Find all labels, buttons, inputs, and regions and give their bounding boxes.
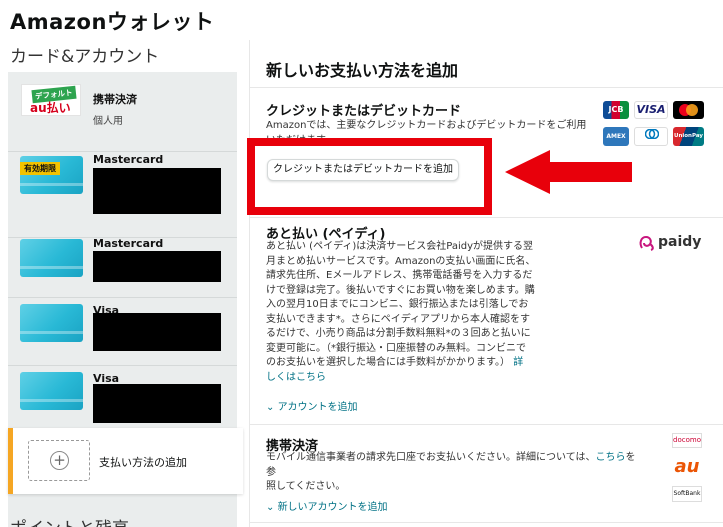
redacted-info [93, 384, 221, 423]
paidy-desc-line: あと払い (ペイディ)は決済サービス会社Paidyが提供する翌 [266, 241, 534, 252]
paidy-desc-line: 請求先住所、Eメールアドレス、携帯電話番号を入力するだ [266, 270, 533, 281]
jcb-logo: JCB [603, 101, 629, 119]
red-arrow-icon [505, 150, 632, 194]
carrier-add-account-link[interactable]: ⌄ 新しいアカウントを追加 [266, 498, 388, 513]
au-logo: au [674, 456, 700, 477]
paidy-desc-line: のお支払いを選択した場合には手数料がかかります。） [266, 357, 510, 368]
card-image: 有効期限 [20, 156, 83, 194]
au-pay-wordmark: au払い [30, 101, 71, 115]
paidy-add-account-link[interactable]: ⌄ アカウントを追加 [266, 398, 358, 413]
payment-item-visa-1[interactable]: Visa [8, 298, 237, 366]
payment-method-list: デフォルト au払い 携帯決済 個人用 有効期限 Mastercard Mast… [8, 72, 243, 527]
card-image [20, 239, 83, 277]
payment-item-visa-2[interactable]: Visa [8, 366, 237, 428]
paidy-desc-line: るだけで、小売り商品は分割手数料無料*の３回あと払いに [266, 328, 531, 339]
payment-item-mastercard-2[interactable]: Mastercard [8, 237, 237, 298]
docomo-logo: docomo [672, 433, 702, 448]
divider [250, 424, 723, 425]
softbank-logo: SoftBank [672, 486, 702, 502]
paidy-desc-line: けで登録は完了。後払いですぐにお買い物を楽しめます。購 [266, 284, 535, 296]
divider [250, 522, 723, 523]
card-image [20, 372, 83, 410]
paidy-desc-line: 変更可能に。（*銀行振込・口座振替のみ無料。コンビニで [266, 342, 526, 354]
redacted-info [93, 251, 221, 282]
carrier-add-account-label: 新しいアカウントを追加 [277, 502, 388, 513]
section-title: カード&アカウント [10, 47, 160, 67]
expiry-badge: 有効期限 [20, 162, 60, 175]
add-box: + [28, 440, 90, 481]
highlight-box [247, 138, 492, 215]
plus-icon: + [50, 451, 69, 470]
diners-club-logo [634, 127, 668, 146]
paidy-mark-icon [639, 235, 654, 251]
paidy-desc-line: 支払いできます*。さらにペイディアプリから本人確認をす [266, 313, 530, 325]
payment-item-sub: 個人用 [93, 116, 123, 127]
unionpay-logo: UnionPay [673, 127, 704, 146]
add-payment-panel: 新しいお支払い方法を追加 クレジットまたはデビットカード Amazonでは、主要… [249, 40, 723, 527]
card-image [20, 304, 83, 342]
payment-item-name: Mastercard [93, 237, 164, 250]
mastercard-logo [673, 101, 704, 119]
divider [250, 87, 723, 88]
payment-item-carrier[interactable]: デフォルト au払い 携帯決済 個人用 [8, 72, 237, 152]
redacted-info [93, 313, 221, 351]
paidy-wordmark: paidy [658, 234, 702, 250]
amex-logo: AMEX [603, 127, 629, 146]
paidy-detail-link[interactable]: 詳 [513, 357, 523, 368]
divider [250, 217, 723, 218]
paidy-detail-link[interactable]: しくはこちら [266, 371, 561, 386]
visa-logo: VISA [634, 101, 668, 119]
paidy-desc-line: 月まとめ払いサービスです。Amazonの支払い画面に氏名、 [266, 255, 536, 267]
payment-item-name: 携帯決済 [93, 93, 137, 106]
page-title: Amazonウォレット [10, 10, 215, 34]
paidy-desc: あと払い (ペイディ)は決済サービス会社Paidyが提供する翌 月まとめ払いサー… [266, 240, 561, 385]
paidy-logo: paidy [638, 233, 708, 253]
redacted-info [93, 168, 221, 214]
paidy-desc-line: 入の翌月10日までにコンビニ、銀行振込または引落しでお [266, 299, 529, 310]
au-pay-logo: デフォルト au払い [21, 84, 81, 116]
paidy-add-account-label: アカウントを追加 [277, 402, 358, 413]
payment-item-mastercard-1[interactable]: 有効期限 Mastercard [8, 152, 237, 238]
panel-title: 新しいお支払い方法を追加 [266, 61, 459, 80]
carrier-detail-link[interactable]: こちら [596, 452, 626, 463]
add-payment-method-item[interactable]: + 支払い方法の追加 [8, 428, 243, 494]
carrier-desc-text: 照してください。 [266, 481, 346, 492]
carrier-desc-text: モバイル通信事業者の請求先口座でお支払いください。詳細については、 [266, 452, 596, 463]
points-balance-title: ポイントと残高 [10, 514, 129, 527]
add-payment-method-label: 支払い方法の追加 [99, 456, 187, 469]
payment-item-name: Mastercard [93, 153, 164, 166]
credit-card-heading: クレジットまたはデビットカード [266, 104, 462, 119]
carrier-billing-desc: モバイル通信事業者の請求先口座でお支払いください。詳細については、こちらを参 照し… [266, 451, 636, 495]
